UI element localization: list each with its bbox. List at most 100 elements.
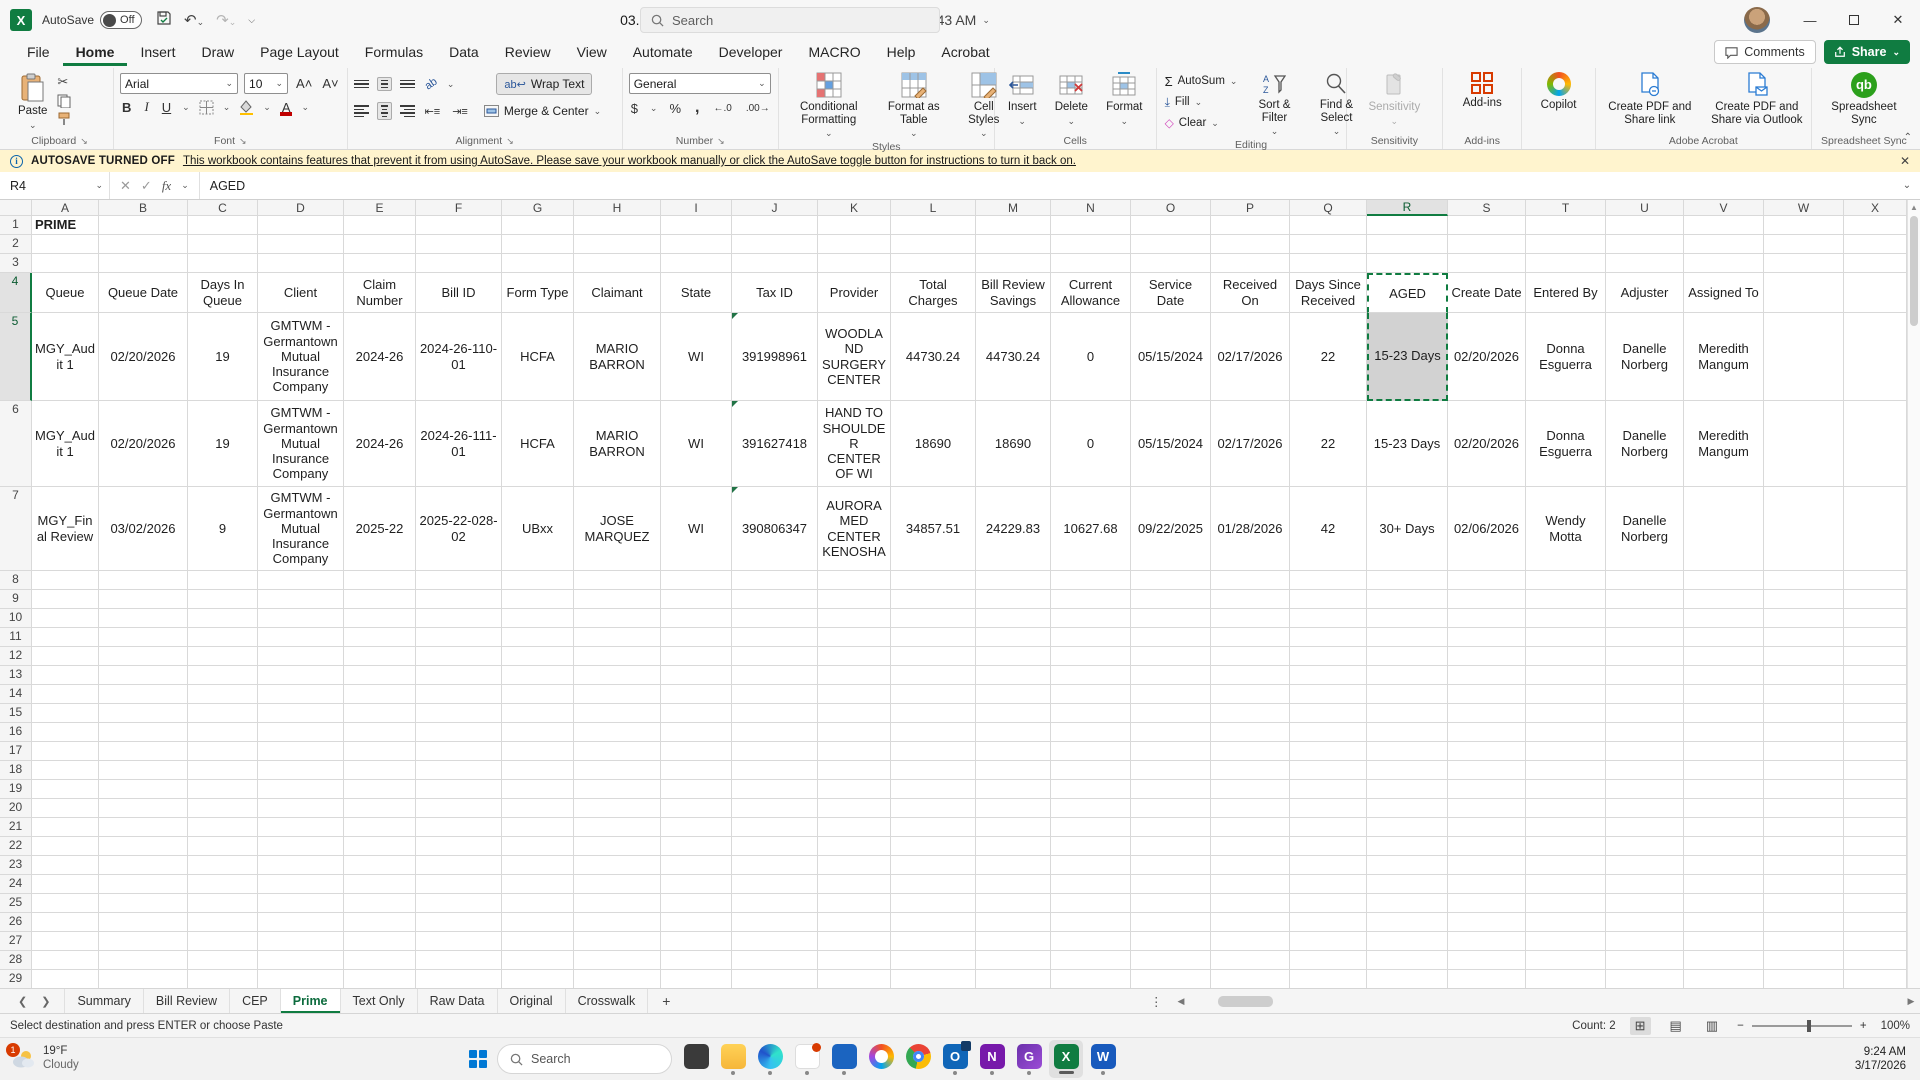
cell-I10[interactable] — [661, 609, 732, 628]
borders-icon[interactable] — [199, 100, 214, 115]
cell-F2[interactable] — [416, 235, 502, 254]
cell-S4[interactable]: Create Date — [1448, 273, 1526, 313]
cell-E12[interactable] — [344, 647, 416, 666]
cell-B12[interactable] — [99, 647, 188, 666]
cell-G12[interactable] — [502, 647, 574, 666]
cell-X27[interactable] — [1844, 932, 1907, 951]
cell-T29[interactable] — [1526, 970, 1606, 988]
cell-N17[interactable] — [1051, 742, 1131, 761]
cell-F8[interactable] — [416, 571, 502, 590]
cell-G1[interactable] — [502, 216, 574, 235]
cell-V26[interactable] — [1684, 913, 1764, 932]
number-format-select[interactable]: General⌄ — [629, 73, 771, 94]
cell-N2[interactable] — [1051, 235, 1131, 254]
cell-O9[interactable] — [1131, 590, 1211, 609]
cell-B5[interactable]: 02/20/2026 — [99, 313, 188, 401]
cell-Q7[interactable]: 42 — [1290, 487, 1367, 571]
cell-G19[interactable] — [502, 780, 574, 799]
cell-R6[interactable]: 15-23 Days — [1367, 401, 1448, 487]
page-layout-view-icon[interactable]: ▤ — [1665, 1017, 1687, 1035]
cell-H19[interactable] — [574, 780, 661, 799]
cell-R2[interactable] — [1367, 235, 1448, 254]
collapse-ribbon-icon[interactable]: ⌃ — [1904, 132, 1912, 143]
cell-A2[interactable] — [32, 235, 99, 254]
cell-K11[interactable] — [818, 628, 891, 647]
row-header-20[interactable]: 20 — [0, 799, 32, 818]
cell-C7[interactable]: 9 — [188, 487, 258, 571]
cell-L20[interactable] — [891, 799, 976, 818]
cell-S1[interactable] — [1448, 216, 1526, 235]
cell-M5[interactable]: 44730.24 — [976, 313, 1051, 401]
cell-L24[interactable] — [891, 875, 976, 894]
cell-C16[interactable] — [188, 723, 258, 742]
cell-T24[interactable] — [1526, 875, 1606, 894]
cell-P2[interactable] — [1211, 235, 1290, 254]
cell-B3[interactable] — [99, 254, 188, 273]
cell-O18[interactable] — [1131, 761, 1211, 780]
cell-D19[interactable] — [258, 780, 344, 799]
row-header-29[interactable]: 29 — [0, 970, 32, 988]
cell-B13[interactable] — [99, 666, 188, 685]
cell-T22[interactable] — [1526, 837, 1606, 856]
cell-D1[interactable] — [258, 216, 344, 235]
zoom-out-icon[interactable]: − — [1737, 1020, 1744, 1032]
cell-B26[interactable] — [99, 913, 188, 932]
cell-V24[interactable] — [1684, 875, 1764, 894]
cell-H13[interactable] — [574, 666, 661, 685]
cell-V20[interactable] — [1684, 799, 1764, 818]
cell-N25[interactable] — [1051, 894, 1131, 913]
cell-L13[interactable] — [891, 666, 976, 685]
cell-E19[interactable] — [344, 780, 416, 799]
cell-D25[interactable] — [258, 894, 344, 913]
cell-X8[interactable] — [1844, 571, 1907, 590]
cell-N23[interactable] — [1051, 856, 1131, 875]
col-header-L[interactable]: L — [891, 200, 976, 216]
minimize-button[interactable]: — — [1788, 0, 1832, 40]
vertical-scrollbar[interactable]: ▲ — [1907, 200, 1920, 988]
cell-A8[interactable] — [32, 571, 99, 590]
cell-E10[interactable] — [344, 609, 416, 628]
cell-K10[interactable] — [818, 609, 891, 628]
scroll-up-icon[interactable]: ▲ — [1908, 200, 1920, 215]
cell-U10[interactable] — [1606, 609, 1684, 628]
cell-N12[interactable] — [1051, 647, 1131, 666]
cell-Q16[interactable] — [1290, 723, 1367, 742]
cell-D22[interactable] — [258, 837, 344, 856]
customize-qat-icon[interactable]: ⌵ — [248, 15, 255, 26]
cell-Q8[interactable] — [1290, 571, 1367, 590]
row-header-12[interactable]: 12 — [0, 647, 32, 666]
cell-R3[interactable] — [1367, 254, 1448, 273]
cell-F1[interactable] — [416, 216, 502, 235]
cell-C23[interactable] — [188, 856, 258, 875]
cell-D9[interactable] — [258, 590, 344, 609]
cell-W23[interactable] — [1764, 856, 1844, 875]
cell-F13[interactable] — [416, 666, 502, 685]
cell-R25[interactable] — [1367, 894, 1448, 913]
cell-W7[interactable] — [1764, 487, 1844, 571]
cell-J21[interactable] — [732, 818, 818, 837]
cell-Q6[interactable]: 22 — [1290, 401, 1367, 487]
cell-Q4[interactable]: Days Since Received — [1290, 273, 1367, 313]
cell-U23[interactable] — [1606, 856, 1684, 875]
cell-M7[interactable]: 24229.83 — [976, 487, 1051, 571]
sheet-nav-prev-icon[interactable]: ❮ — [18, 995, 27, 1008]
cell-V17[interactable] — [1684, 742, 1764, 761]
cell-X20[interactable] — [1844, 799, 1907, 818]
align-top-icon[interactable] — [354, 80, 369, 89]
cell-B28[interactable] — [99, 951, 188, 970]
sheet-tab-original[interactable]: Original — [498, 989, 566, 1013]
ribbon-tab-review[interactable]: Review — [492, 40, 564, 66]
ribbon-tab-developer[interactable]: Developer — [706, 40, 796, 66]
cell-P6[interactable]: 02/17/2026 — [1211, 401, 1290, 487]
cell-R20[interactable] — [1367, 799, 1448, 818]
cell-Q10[interactable] — [1290, 609, 1367, 628]
cell-D28[interactable] — [258, 951, 344, 970]
cell-K9[interactable] — [818, 590, 891, 609]
cell-B4[interactable]: Queue Date — [99, 273, 188, 313]
cell-X14[interactable] — [1844, 685, 1907, 704]
cell-O13[interactable] — [1131, 666, 1211, 685]
cell-W13[interactable] — [1764, 666, 1844, 685]
row-header-4[interactable]: 4 — [0, 273, 32, 313]
cell-W22[interactable] — [1764, 837, 1844, 856]
sort-filter-button[interactable]: AZ Sort & Filter⌄ — [1247, 70, 1301, 139]
